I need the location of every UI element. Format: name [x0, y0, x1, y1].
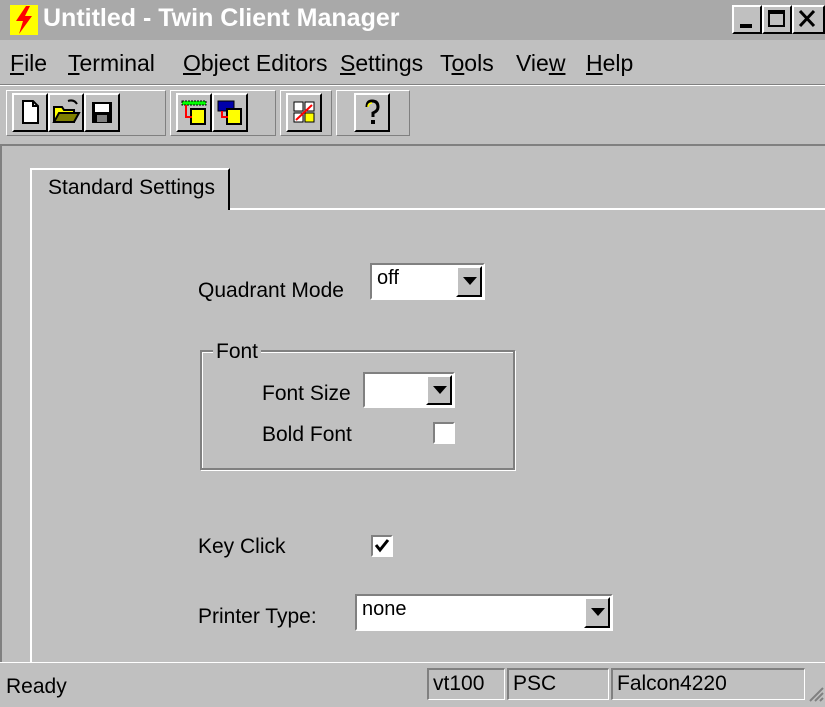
window-title: Untitled - Twin Client Manager [43, 4, 400, 32]
tab-label: Standard Settings [48, 176, 215, 199]
help-button[interactable] [354, 93, 390, 132]
download-icon [181, 100, 207, 125]
bold-font-checkbox[interactable] [433, 422, 455, 444]
printer-type-select[interactable]: none [355, 594, 613, 631]
download-button[interactable] [176, 93, 212, 132]
app-lightning-icon[interactable] [10, 5, 38, 35]
client-area-border-left [0, 144, 2, 662]
font-groupbox [200, 350, 515, 470]
status-device: Falcon4220 [611, 668, 805, 700]
upload-button[interactable] [212, 93, 248, 132]
quadrant-mode-value: off [377, 267, 399, 289]
printer-type-label: Printer Type: [198, 605, 317, 628]
bold-font-label: Bold Font [262, 423, 352, 446]
key-click-label: Key Click [198, 535, 286, 558]
quadrant-mode-label: Quadrant Mode [198, 279, 344, 302]
font-size-label: Font Size [262, 382, 351, 405]
status-ready-text: Ready [6, 675, 67, 698]
status-terminal: vt100 [427, 668, 505, 700]
menu-file[interactable]: File [10, 50, 47, 77]
font-size-select[interactable] [363, 372, 455, 408]
save-button[interactable] [84, 93, 120, 132]
menu-terminal[interactable]: Terminal [68, 50, 155, 77]
menu-settings[interactable]: Settings [340, 50, 423, 77]
close-button[interactable] [792, 5, 825, 34]
help-icon [365, 99, 380, 124]
status-mode: PSC [507, 668, 609, 700]
menu-help[interactable]: Help [586, 50, 633, 77]
new-file-icon [22, 100, 39, 124]
menu-view[interactable]: View [516, 50, 565, 77]
upload-icon [217, 100, 242, 125]
quadrant-mode-select[interactable]: off [370, 263, 485, 300]
open-button[interactable] [48, 93, 84, 132]
minimize-button[interactable] [732, 5, 762, 34]
printer-type-value: none [362, 598, 407, 620]
menu-object-editors[interactable]: Object Editors [183, 50, 327, 77]
font-group-label: Font [213, 340, 262, 364]
resize-grip-icon[interactable] [806, 684, 824, 702]
maximize-button[interactable] [762, 5, 792, 34]
editor-button[interactable] [286, 93, 322, 132]
chevron-down-icon[interactable] [426, 375, 452, 405]
new-file-button[interactable] [12, 93, 48, 132]
open-folder-icon [52, 99, 81, 123]
toolbar-divider-highlight [0, 85, 825, 86]
chevron-down-icon[interactable] [456, 266, 482, 297]
checkmark-icon [374, 539, 390, 553]
key-click-checkbox[interactable] [371, 535, 393, 557]
client-area-border [0, 144, 825, 146]
save-icon [92, 102, 112, 123]
editor-icon [293, 101, 315, 123]
menu-tools[interactable]: Tools [440, 50, 494, 77]
chevron-down-icon[interactable] [584, 597, 610, 628]
